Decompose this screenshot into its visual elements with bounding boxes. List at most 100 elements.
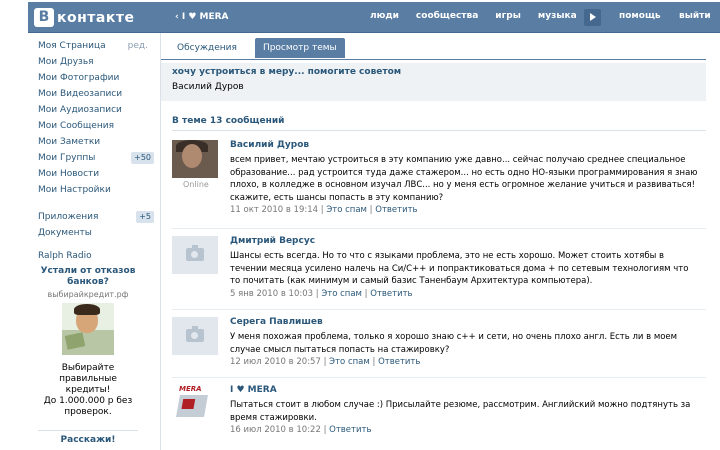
reply-link[interactable]: Ответить xyxy=(329,425,371,435)
camera-icon xyxy=(186,326,204,342)
sidebar-item-label: Мои Сообщения xyxy=(38,121,114,131)
sidebar-item-groups[interactable]: Мои Группы +50 xyxy=(38,150,156,166)
nav-help[interactable]: помощь xyxy=(619,11,661,21)
topic-header: хочу устроиться в меру... помогите совет… xyxy=(161,63,706,101)
hair-image xyxy=(74,304,100,315)
post-meta: 12 июл 2010 в 20:57 | Это спам | Ответит… xyxy=(230,357,700,367)
meta-separator: | xyxy=(315,288,319,299)
avatar[interactable] xyxy=(172,236,218,274)
money-image xyxy=(62,330,114,355)
sidebar-item-label: Приложения xyxy=(38,212,99,222)
report-spam-link[interactable]: Это спам xyxy=(329,357,370,367)
post-date[interactable]: 5 янв 2010 в 10:03 xyxy=(230,289,313,299)
tab-discussions[interactable]: Обсуждения xyxy=(169,38,245,58)
sidebar-item-messages[interactable]: Мои Сообщения xyxy=(38,118,156,134)
post-divider xyxy=(172,377,706,378)
post-author[interactable]: Василий Дуров xyxy=(230,140,700,153)
logo-box: В xyxy=(34,8,54,27)
sidebar-item-settings[interactable]: Мои Настройки xyxy=(38,182,156,198)
nav-logout[interactable]: выйти xyxy=(679,11,711,21)
mera-logo-icon xyxy=(176,395,208,417)
top-bar: В контакте ‹ I ♥ MERA люди сообщества иг… xyxy=(28,2,720,33)
ad-block[interactable]: Устали от отказов банков? выбирайкредит.… xyxy=(38,266,138,445)
nav-people[interactable]: люди xyxy=(370,11,399,21)
count-divider xyxy=(172,130,706,131)
sidebar-item-label: Мои Заметки xyxy=(38,137,101,147)
sidebar-item-videos[interactable]: Мои Видеозаписи xyxy=(38,86,156,102)
group-breadcrumb[interactable]: ‹ I ♥ MERA xyxy=(175,12,229,22)
sidebar-item-audio[interactable]: Мои Аудиозаписи xyxy=(38,102,156,118)
message-count: В теме 13 сообщений xyxy=(172,116,285,126)
report-spam-link[interactable]: Это спам xyxy=(321,289,362,299)
post-meta: 5 янв 2010 в 10:03 | Это спам | Ответить xyxy=(230,289,700,299)
online-status: Online xyxy=(183,180,209,189)
tab-bar: Обсуждения Просмотр темы xyxy=(161,38,347,60)
sidebar-item-label: Мои Группы xyxy=(38,153,96,163)
top-nav: люди сообщества игры музыка помощь выйти xyxy=(370,11,711,21)
nav-communities[interactable]: сообщества xyxy=(416,11,478,21)
avatar[interactable]: MERA xyxy=(172,385,218,423)
report-spam-link[interactable]: Это спам xyxy=(326,205,367,215)
tab-view-topic[interactable]: Просмотр темы xyxy=(254,38,345,58)
topic-title: хочу устроиться в меру... помогите совет… xyxy=(172,67,402,77)
meta-separator: | xyxy=(320,205,324,215)
sidebar-item-photos[interactable]: Мои Фотографии xyxy=(38,70,156,86)
reply-link[interactable]: Ответить xyxy=(378,357,420,367)
post-text: Пытаться стоит в любом случае :) Присыла… xyxy=(230,400,691,423)
post-author[interactable]: I ♥ MERA xyxy=(230,385,700,398)
sidebar-item-radio[interactable]: Ralph Radio xyxy=(38,248,156,264)
avatar[interactable] xyxy=(172,140,218,178)
tab-underline xyxy=(161,59,706,60)
sidebar-item-label: Мои Аудиозаписи xyxy=(38,105,122,115)
post-date[interactable]: 12 июл 2010 в 20:57 xyxy=(230,357,321,367)
play-icon[interactable] xyxy=(584,9,601,26)
vk-logo[interactable]: В контакте xyxy=(34,8,134,27)
meta-separator: | xyxy=(364,288,368,299)
sidebar-item-documents[interactable]: Документы xyxy=(38,225,156,241)
post-divider xyxy=(172,309,706,310)
topic-author[interactable]: Василий Дуров xyxy=(172,82,695,92)
post-date[interactable]: 16 июл 2010 в 10:22 xyxy=(230,425,321,435)
sidebar-item-label: Мои Фотографии xyxy=(38,73,120,83)
sidebar-item-friends[interactable]: Мои Друзья xyxy=(38,54,156,70)
meta-separator: | xyxy=(323,425,327,435)
sidebar-item-label: Мои Видеозаписи xyxy=(38,89,123,99)
sidebar-item-news[interactable]: Мои Новости xyxy=(38,166,156,182)
avatar-face xyxy=(182,144,202,168)
ad-image[interactable] xyxy=(62,303,114,355)
sidebar-item-label: Мои Новости xyxy=(38,169,100,179)
post-author[interactable]: Дмитрий Версус xyxy=(230,236,700,249)
sidebar-item-apps[interactable]: Приложения +5 xyxy=(38,209,156,225)
sidebar-item-my-page[interactable]: Моя Страница ред. xyxy=(38,38,156,54)
reply-link[interactable]: Ответить xyxy=(370,289,412,299)
ad-line: проверок. xyxy=(64,407,112,417)
reply-link[interactable]: Ответить xyxy=(375,205,417,215)
camera-icon xyxy=(186,245,204,261)
groups-badge: +50 xyxy=(131,152,154,164)
sidebar-item-notes[interactable]: Мои Заметки xyxy=(38,134,156,150)
edit-link[interactable]: ред. xyxy=(128,38,148,54)
left-sidebar: Моя Страница ред. Мои Друзья Мои Фотограф… xyxy=(38,38,156,264)
ad-site[interactable]: выбирайкредит.рф xyxy=(38,290,138,299)
post-meta: 16 июл 2010 в 10:22 | Ответить xyxy=(230,425,700,435)
avatar[interactable] xyxy=(172,317,218,355)
ad-more-link[interactable]: Расскажи! xyxy=(38,430,138,445)
post-author[interactable]: Серега Павлишев xyxy=(230,317,700,330)
sidebar-item-label: Документы xyxy=(38,228,92,238)
post-date[interactable]: 11 окт 2010 в 19:14 xyxy=(230,205,318,215)
post-meta: 11 окт 2010 в 19:14 | Это спам | Ответит… xyxy=(230,205,700,215)
nav-music[interactable]: музыка xyxy=(538,11,577,21)
post-body: Дмитрий Версус Шансы есть всегда. Но то … xyxy=(230,236,700,299)
post-body: Василий Дуров всем привет, мечтаю устрои… xyxy=(230,140,700,215)
post-body: I ♥ MERA Пытаться стоит в любом случае :… xyxy=(230,385,700,435)
ad-text: Выбирайте правильные кредиты! До 1.000.0… xyxy=(38,363,138,418)
ad-line: кредиты! xyxy=(65,385,111,395)
ad-line: правильные xyxy=(59,374,117,384)
ad-line: Выбирайте xyxy=(61,363,115,373)
meta-separator: | xyxy=(372,357,376,367)
meta-separator: | xyxy=(369,205,373,215)
sidebar-item-label: Мои Настройки xyxy=(38,185,111,195)
nav-games[interactable]: игры xyxy=(495,11,521,21)
ad-title[interactable]: Устали от отказов банков? xyxy=(38,266,138,288)
